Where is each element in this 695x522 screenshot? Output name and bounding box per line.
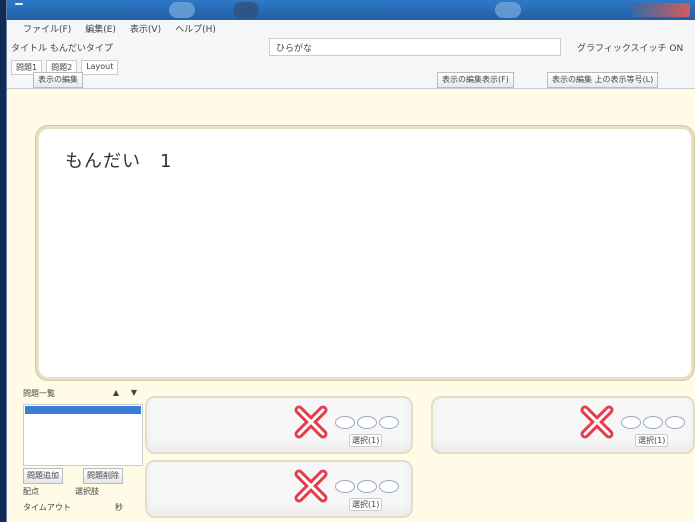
score-label: 配点 [23,487,39,496]
title-input-value: ひらがな [276,44,313,54]
title-bar [7,0,695,20]
app-window: ファイル(F) 編集(E) 表示(V) ヘルプ(H) タイトル もんだいタイプ … [6,0,695,522]
circle-slot [621,416,641,429]
timeout-label: タイムアウト [23,503,71,512]
wrong-x-icon [291,466,331,506]
menu-edit[interactable]: 編集(E) [85,22,116,35]
menu-bar: ファイル(F) 編集(E) 表示(V) ヘルプ(H) [7,20,695,37]
answer-select-label[interactable]: 選択(1) [349,434,383,447]
circle-slot [357,416,377,429]
circle-slot [379,416,399,429]
choices-label[interactable]: 選択肢 [75,486,99,497]
answer-circles [335,480,399,493]
delete-question-button[interactable]: 問題削除 [83,468,123,484]
answer-select-label[interactable]: 選択(1) [635,434,669,447]
list-item-selected[interactable] [25,406,141,414]
circle-slot [335,480,355,493]
question-text: もんだい 1 [65,151,173,172]
answer-card[interactable]: 選択(1) [431,396,695,454]
title-label: タイトル もんだいタイプ [11,44,113,54]
settings-row: タイトル もんだいタイプ ひらがな グラフィックスイッチ ON [7,36,695,60]
answer-select-label[interactable]: 選択(1) [349,498,383,511]
edit-display-eq-button[interactable]: 表示の編集 上の表示等号(L) [547,72,659,88]
window-title [15,3,23,5]
move-up-icon[interactable]: ▲ [111,388,121,397]
list-header: 問題一覧 ▲ ▼ [23,388,143,400]
circle-slot [643,416,663,429]
answer-circles [621,416,685,429]
question-list-panel: 問題一覧 ▲ ▼ 問題追加 問題削除 配点 選択肢 タイムアウト 秒 [23,388,145,518]
score-row: 配点 選択肢 [23,486,143,498]
circle-slot [335,416,355,429]
edit-display-show-button[interactable]: 表示の編集表示(F) [437,72,514,88]
title-input[interactable]: ひらがな [269,38,561,56]
wrong-x-icon [291,402,331,442]
question-panel: もんだい 1 [36,126,694,380]
wrong-x-icon [577,402,617,442]
circle-slot [665,416,685,429]
taskbar-glow [495,2,521,18]
menu-help[interactable]: ヘルプ(H) [175,22,216,35]
menu-file[interactable]: ファイル(F) [23,22,71,35]
taskbar-glow [233,2,259,18]
timeout-unit: 秒 [115,503,123,512]
timeout-row: タイムアウト 秒 [23,502,143,514]
add-question-button[interactable]: 問題追加 [23,468,63,484]
circle-slot [379,480,399,493]
answer-card[interactable]: 選択(1) [145,460,413,518]
menu-view[interactable]: 表示(V) [130,22,161,35]
graphics-switch[interactable]: グラフィックスイッチ ON [577,41,683,54]
circle-slot [357,480,377,493]
edit-display-button[interactable]: 表示の編集 [33,72,83,88]
list-title: 問題一覧 [23,389,55,398]
window-controls[interactable] [632,3,690,17]
tab-layout[interactable]: Layout [81,60,119,75]
answer-card[interactable]: 選択(1) [145,396,413,454]
question-list[interactable] [23,404,143,466]
answer-circles [335,416,399,429]
move-down-icon[interactable]: ▼ [129,388,139,397]
tab-row: 問題1 問題2 Layout 表示の編集 表示の編集表示(F) 表示の編集 上の… [7,60,695,89]
taskbar-glow [169,2,195,18]
